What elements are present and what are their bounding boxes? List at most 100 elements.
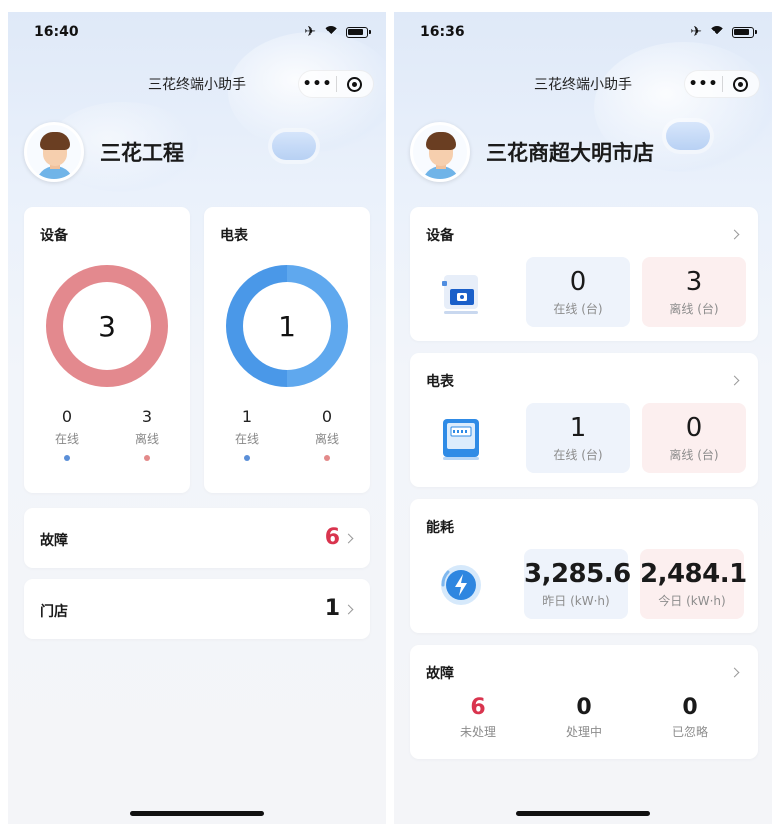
avatar[interactable] (410, 122, 470, 182)
card-title: 设备 (426, 228, 454, 244)
yesterday-energy-value: 3,285.6 (524, 559, 631, 589)
home-indicator (516, 811, 650, 816)
status-bar: 16:36 ✈ (394, 12, 772, 52)
online-tile[interactable]: 0 在线 (台) (526, 257, 630, 327)
mini-program-capsule: ••• (298, 70, 374, 98)
status-time: 16:36 (420, 24, 465, 40)
offline-count: 3 (141, 407, 153, 426)
cloud-decoration-icon (272, 132, 316, 160)
processing-label: 处理中 (565, 725, 602, 739)
offline-label: 离线 (台) (669, 448, 719, 462)
airplane-icon: ✈ (304, 24, 316, 40)
store-row[interactable]: 门店 1 (24, 579, 370, 639)
online-count: 0 (61, 407, 73, 426)
mini-program-capsule: ••• (684, 70, 760, 98)
avatar[interactable] (24, 122, 84, 182)
status-bar: 16:40 ✈ (8, 12, 386, 52)
online-stat: 0 在线 (42, 407, 92, 461)
offline-dot (144, 455, 150, 461)
offline-label: 离线 (134, 432, 159, 446)
more-icon[interactable]: ••• (685, 76, 722, 92)
online-dot (244, 455, 250, 461)
today-energy-value: 2,484.1 (640, 559, 747, 589)
card-title: 电表 (220, 228, 248, 244)
offline-count: 0 (685, 413, 703, 443)
fault-label: 故障 (40, 533, 68, 549)
online-tile[interactable]: 1 在线 (台) (526, 403, 630, 473)
electric-meter-icon (443, 419, 479, 460)
online-label: 在线 (54, 432, 79, 446)
energy-bolt-icon (441, 565, 481, 605)
offline-tile[interactable]: 3 离线 (台) (642, 257, 746, 327)
device-summary-card[interactable]: 设备 3 0 在线 3 离线 (24, 207, 190, 493)
close-button[interactable] (723, 76, 759, 92)
offline-stat: 3 离线 (122, 407, 172, 461)
yesterday-energy-tile[interactable]: 3,285.6 昨日 (kW·h) (524, 549, 631, 619)
online-label: 在线 (台) (553, 448, 603, 462)
offline-label: 离线 (台) (669, 302, 719, 316)
meter-donut-chart: 1 (226, 265, 348, 387)
processing-fault-stat[interactable]: 0 处理中 (544, 695, 624, 740)
battery-icon (346, 26, 371, 38)
status-icons: ✈ (304, 24, 371, 40)
online-label: 在线 (234, 432, 259, 446)
close-button[interactable] (337, 76, 373, 92)
energy-card[interactable]: 能耗 3,285.6 昨日 (kW·h) 2,484.1 今日 (kW·h) (410, 499, 758, 633)
offline-tile[interactable]: 0 离线 (台) (642, 403, 746, 473)
chevron-right-icon (343, 604, 354, 615)
battery-icon (732, 26, 757, 38)
wifi-icon (323, 26, 339, 38)
offline-label: 离线 (314, 432, 339, 446)
status-time: 16:40 (34, 24, 79, 40)
ignored-count: 0 (682, 695, 698, 720)
meter-summary-card[interactable]: 电表 1 1 在线 0 离线 (204, 207, 370, 493)
fault-count: 6 (324, 525, 340, 550)
device-donut-chart: 3 (46, 265, 168, 387)
fault-row[interactable]: 故障 6 (24, 508, 370, 568)
ignored-label: 已忽略 (671, 725, 708, 739)
home-indicator (130, 811, 264, 816)
profile-header: 三花工程 (24, 122, 184, 182)
cloud-decoration-icon (666, 122, 710, 150)
target-icon (347, 76, 363, 92)
unhandled-count: 6 (470, 695, 486, 720)
chevron-right-icon (343, 533, 354, 544)
chevron-right-icon (729, 229, 740, 240)
online-count: 0 (569, 267, 587, 297)
profile-name: 三花商超大明市店 (486, 141, 654, 165)
phone-screen-left: 16:40 ✈ 三花终端小助手 ••• 三花工程 设备 3 0 在线 3 离线 (8, 12, 386, 824)
controller-device-icon (442, 275, 478, 314)
more-icon[interactable]: ••• (299, 76, 336, 92)
unhandled-fault-stat[interactable]: 6 未处理 (438, 695, 518, 740)
meter-total: 1 (243, 282, 331, 370)
profile-header: 三花商超大明市店 (410, 122, 654, 182)
offline-count: 3 (685, 267, 703, 297)
airplane-icon: ✈ (690, 24, 702, 40)
card-title: 能耗 (426, 520, 454, 536)
online-dot (64, 455, 70, 461)
online-stat: 1 在线 (222, 407, 272, 461)
processing-count: 0 (576, 695, 592, 720)
chevron-right-icon (729, 375, 740, 386)
device-card[interactable]: 设备 0 在线 (台) 3 离线 (台) (410, 207, 758, 341)
meter-card[interactable]: 电表 1 在线 (台) 0 离线 (台) (410, 353, 758, 487)
wifi-icon (709, 26, 725, 38)
store-label: 门店 (40, 604, 68, 620)
status-icons: ✈ (690, 24, 757, 40)
unhandled-label: 未处理 (459, 725, 496, 739)
today-energy-tile[interactable]: 2,484.1 今日 (kW·h) (640, 549, 747, 619)
online-count: 1 (241, 407, 253, 426)
offline-count: 0 (321, 407, 333, 426)
phone-screen-right: 16:36 ✈ 三花终端小助手 ••• 三花商超大明市店 设备 0 在线 (台)… (394, 12, 772, 824)
yesterday-energy-label: 昨日 (kW·h) (542, 594, 610, 608)
fault-card[interactable]: 故障 6 未处理 0 处理中 0 已忽略 (410, 645, 758, 759)
device-total: 3 (63, 282, 151, 370)
online-count: 1 (569, 413, 587, 443)
store-count: 1 (324, 596, 340, 621)
today-energy-label: 今日 (kW·h) (658, 594, 726, 608)
ignored-fault-stat[interactable]: 0 已忽略 (650, 695, 730, 740)
profile-name: 三花工程 (100, 141, 184, 165)
card-title: 设备 (40, 228, 68, 244)
offline-dot (324, 455, 330, 461)
offline-stat: 0 离线 (302, 407, 352, 461)
